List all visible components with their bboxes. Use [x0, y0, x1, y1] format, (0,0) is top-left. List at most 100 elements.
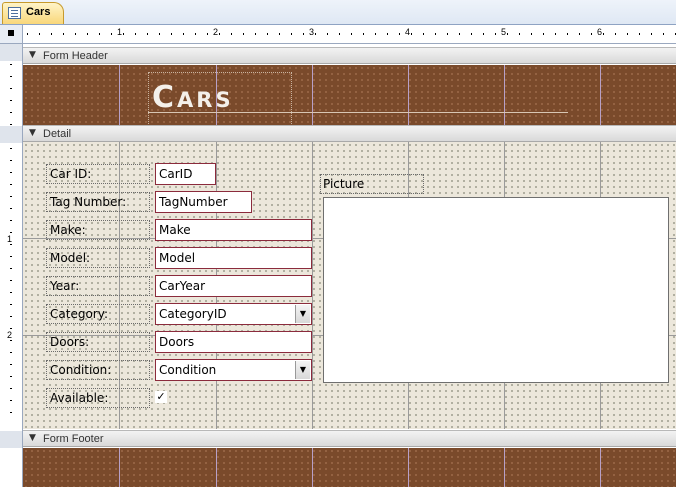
control-source-text: TagNumber	[159, 195, 228, 209]
ruler-tick	[75, 33, 76, 35]
ruler-tick	[10, 268, 12, 269]
ruler-number: 4	[405, 27, 411, 37]
label-doors[interactable]: Doors:	[46, 332, 150, 352]
horizontal-ruler[interactable]: 1 2 3 4 5 6	[23, 25, 676, 44]
ruler-tick	[10, 400, 12, 401]
dropdown-arrow-icon[interactable]: ▼	[295, 305, 310, 323]
ruler-tick	[579, 33, 580, 35]
ruler-tick	[10, 196, 12, 197]
control-source-text: Doors	[159, 335, 195, 349]
ruler-tick	[567, 33, 568, 35]
ruler-tick	[411, 33, 412, 35]
collapse-arrow-icon: ▼	[29, 433, 36, 443]
ruler-tick	[10, 148, 12, 149]
ruler-tick	[99, 33, 100, 35]
control-source-text: Condition	[159, 363, 217, 377]
ruler-tick	[183, 33, 184, 35]
ruler-tick	[10, 232, 12, 233]
ruler-tick	[10, 388, 12, 389]
detail-bar[interactable]: ▼ Detail	[23, 125, 676, 142]
available-checkbox[interactable]: ✓	[155, 391, 167, 403]
carid-textbox[interactable]: CarID	[155, 163, 216, 185]
ruler-tick	[291, 33, 292, 35]
form-selector[interactable]	[0, 25, 23, 44]
label-available[interactable]: Available:	[46, 388, 150, 408]
ruler-tick	[10, 112, 12, 113]
label-make[interactable]: Make:	[46, 220, 150, 240]
picture-image-frame[interactable]	[323, 197, 669, 383]
form-footer-bar[interactable]: ▼ Form Footer	[23, 430, 676, 447]
model-textbox[interactable]: Model	[155, 247, 312, 269]
form-icon	[8, 7, 21, 19]
ruler-tick	[339, 33, 340, 35]
control-source-text: CarYear	[159, 279, 206, 293]
ruler-tick	[63, 33, 64, 35]
ruler-tick	[555, 33, 556, 35]
label-categoryid[interactable]: Category:	[46, 304, 150, 324]
ruler-number: 3	[309, 27, 315, 37]
control-source-text: Model	[159, 251, 196, 265]
form-header-section[interactable]	[23, 65, 676, 125]
ruler-number: 2	[213, 27, 219, 37]
make-textbox[interactable]: Make	[155, 219, 312, 241]
ruler-tick	[615, 33, 616, 35]
ruler-number: 1	[117, 27, 123, 37]
label-caryear[interactable]: Year:	[46, 276, 150, 296]
ruler-tick	[195, 33, 196, 35]
ruler-tick	[10, 364, 12, 365]
ruler-tick	[10, 352, 12, 353]
control-source-text: CarID	[159, 167, 193, 181]
form-footer-section[interactable]	[23, 448, 676, 487]
ruler-tick	[171, 33, 172, 35]
label-model[interactable]: Model:	[46, 248, 150, 268]
condition-combobox[interactable]: Condition ▼	[155, 359, 312, 381]
ruler-number: 5	[501, 27, 507, 37]
form-title[interactable]: Cars	[152, 80, 234, 115]
tab-cars[interactable]: Cars	[2, 2, 64, 24]
form-header-label: Form Header	[43, 50, 108, 62]
tagnumber-textbox[interactable]: TagNumber	[155, 191, 252, 213]
ruler-tick	[51, 33, 52, 35]
picture-label[interactable]: Picture	[320, 174, 424, 194]
form-footer-label: Form Footer	[43, 433, 104, 445]
ruler-band-detail	[0, 126, 22, 143]
ruler-tick	[10, 88, 12, 89]
ruler-tick	[519, 33, 520, 35]
ruler-tick	[159, 33, 160, 35]
caryear-textbox[interactable]: CarYear	[155, 275, 312, 297]
ruler-tick	[303, 33, 304, 35]
ruler-tick	[10, 244, 12, 245]
ruler-tick	[315, 33, 316, 35]
vertical-ruler[interactable]: 12	[0, 44, 23, 487]
ruler-number: 6	[597, 27, 603, 37]
title-underline	[148, 112, 568, 113]
label-condition[interactable]: Condition:	[46, 360, 150, 380]
ruler-tick	[147, 33, 148, 35]
ruler-tick	[351, 33, 352, 35]
ruler-tick	[10, 172, 12, 173]
label-carid[interactable]: Car ID:	[46, 164, 150, 184]
ruler-tick	[10, 160, 12, 161]
form-header-bar[interactable]: ▼ Form Header	[23, 47, 676, 64]
ruler-tick	[10, 76, 12, 77]
dropdown-arrow-icon[interactable]: ▼	[295, 361, 310, 379]
ruler-tick	[10, 124, 12, 125]
ruler-tick	[447, 33, 448, 35]
ruler-tick	[10, 184, 12, 185]
ruler-tick	[423, 33, 424, 35]
collapse-arrow-icon: ▼	[29, 128, 36, 138]
doors-textbox[interactable]: Doors	[155, 331, 312, 353]
control-source-text: Make	[159, 223, 191, 237]
ruler-tick	[327, 33, 328, 35]
ruler-tick	[495, 33, 496, 35]
ruler-tick	[10, 316, 12, 317]
categoryid-combobox[interactable]: CategoryID ▼	[155, 303, 312, 325]
ruler-tick	[10, 328, 12, 329]
ruler-tick	[10, 220, 12, 221]
ruler-tick	[10, 256, 12, 257]
label-tagnumber[interactable]: Tag Number:	[46, 192, 150, 212]
ruler-tick	[10, 100, 12, 101]
ruler-tick	[639, 33, 640, 35]
ruler-tick	[255, 33, 256, 35]
ruler-tick	[10, 412, 12, 413]
